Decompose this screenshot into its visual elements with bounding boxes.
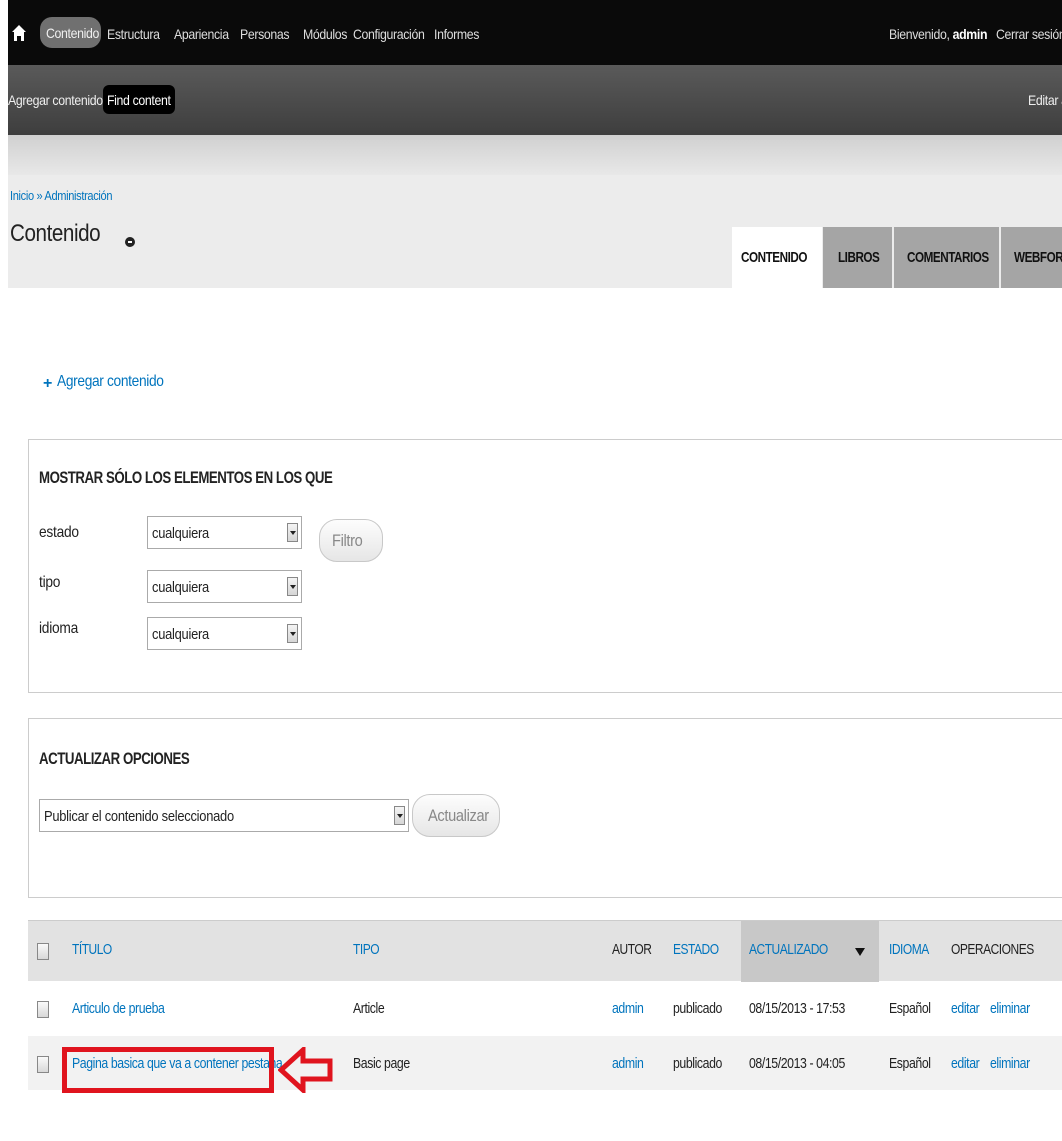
toolbar-item-configuracion[interactable]: Configuración bbox=[353, 26, 425, 42]
row-edit-link[interactable]: editar bbox=[951, 1000, 980, 1017]
row-language: Español bbox=[889, 1055, 931, 1072]
chevron-down-icon bbox=[287, 624, 298, 643]
tab-label: COMENTARIOS bbox=[907, 249, 989, 266]
chevron-down-icon bbox=[287, 577, 298, 596]
filter-label-estado: estado bbox=[39, 524, 79, 541]
filter-select-idioma[interactable]: cualquiera bbox=[147, 617, 302, 650]
column-header-updated[interactable]: ACTUALIZADO bbox=[749, 941, 828, 958]
filter-label-tipo: tipo bbox=[39, 574, 61, 591]
home-icon[interactable] bbox=[12, 24, 26, 42]
page-title: Contenido bbox=[10, 220, 101, 247]
edit-shortcuts-link[interactable]: Editar a bbox=[1028, 92, 1062, 108]
row-checkbox[interactable] bbox=[37, 1056, 49, 1073]
content-table: TÍTULO TIPO AUTOR ESTADO ACTUALIZADO IDI… bbox=[28, 920, 1062, 1141]
filter-select-estado[interactable]: cualquiera bbox=[147, 516, 302, 549]
select-all-checkbox[interactable] bbox=[37, 943, 49, 960]
tab-label: WEBFORM bbox=[1014, 249, 1062, 266]
button-label: Actualizar bbox=[428, 806, 489, 825]
filter-title: MOSTRAR SÓLO LOS ELEMENTOS EN LOS QUE bbox=[39, 468, 333, 487]
row-delete-link[interactable]: eliminar bbox=[990, 1055, 1030, 1072]
logout-link[interactable]: Cerrar sesión bbox=[996, 26, 1062, 42]
annotation-arrow-icon bbox=[278, 1047, 333, 1093]
page-header: Inicio » Administración Contenido CONTEN… bbox=[8, 175, 1062, 288]
toolbar-item-estructura[interactable]: Estructura bbox=[107, 26, 160, 42]
shortcut-label: Find content bbox=[107, 92, 171, 108]
add-content-label: Agregar contenido bbox=[57, 373, 164, 390]
tab-webform[interactable]: WEBFORM bbox=[1001, 227, 1062, 288]
button-label: Filtro bbox=[332, 531, 363, 550]
row-updated: 08/15/2013 - 17:53 bbox=[749, 1000, 845, 1017]
select-value: Publicar el contenido seleccionado bbox=[44, 808, 234, 825]
plus-icon: + bbox=[43, 375, 53, 392]
filter-label-idioma: idioma bbox=[39, 620, 78, 637]
welcome-message: Bienvenido, admin bbox=[889, 26, 988, 42]
select-value: cualquiera bbox=[152, 579, 209, 596]
chevron-down-icon bbox=[394, 806, 405, 825]
tab-libros[interactable]: LIBROS bbox=[823, 227, 892, 288]
row-status: publicado bbox=[673, 1000, 722, 1017]
toolbar-item-apariencia[interactable]: Apariencia bbox=[174, 26, 229, 42]
breadcrumb[interactable]: Inicio » Administración bbox=[10, 188, 112, 203]
toolbar-item-label: Contenido bbox=[46, 25, 100, 41]
table-header: TÍTULO TIPO AUTOR ESTADO ACTUALIZADO IDI… bbox=[28, 920, 1062, 982]
row-delete-link[interactable]: eliminar bbox=[990, 1000, 1030, 1017]
row-type: Article bbox=[353, 1000, 385, 1017]
shortcut-add-content[interactable]: Agregar contenido bbox=[8, 92, 103, 108]
row-author-link[interactable]: admin bbox=[612, 1000, 644, 1017]
row-updated: 08/15/2013 - 04:05 bbox=[749, 1055, 845, 1072]
row-edit-link[interactable]: editar bbox=[951, 1055, 980, 1072]
toolbar-item-personas[interactable]: Personas bbox=[240, 26, 290, 42]
tab-comentarios[interactable]: COMENTARIOS bbox=[894, 227, 999, 288]
toolbar-item-modulos[interactable]: Módulos bbox=[303, 26, 347, 42]
sort-descending-icon[interactable] bbox=[855, 948, 865, 956]
tab-label: LIBROS bbox=[838, 249, 880, 266]
tab-label: CONTENIDO bbox=[741, 249, 807, 266]
select-value: cualquiera bbox=[152, 626, 209, 643]
column-header-author: AUTOR bbox=[612, 941, 652, 958]
row-language: Español bbox=[889, 1000, 931, 1017]
row-type: Basic page bbox=[353, 1055, 410, 1072]
shortcut-find-content[interactable]: Find content bbox=[103, 85, 175, 114]
column-header-type[interactable]: TIPO bbox=[353, 941, 380, 958]
row-status: publicado bbox=[673, 1055, 722, 1072]
update-title: ACTUALIZAR OPCIONES bbox=[39, 749, 190, 768]
toolbar-item-informes[interactable]: Informes bbox=[434, 26, 479, 42]
table-row: Articulo de prueba Article admin publica… bbox=[28, 982, 1062, 1036]
column-header-title[interactable]: TÍTULO bbox=[72, 941, 112, 958]
row-title-link[interactable]: Articulo de prueba bbox=[72, 1000, 165, 1017]
tab-contenido[interactable]: CONTENIDO bbox=[732, 227, 822, 288]
remove-shortcut-icon[interactable] bbox=[125, 237, 135, 247]
select-value: cualquiera bbox=[152, 525, 209, 542]
filter-select-tipo[interactable]: cualquiera bbox=[147, 570, 302, 603]
chevron-down-icon bbox=[287, 523, 298, 542]
column-header-language[interactable]: IDIOMA bbox=[889, 941, 929, 958]
welcome-username[interactable]: admin bbox=[953, 26, 988, 42]
column-header-operations: OPERACIONES bbox=[951, 941, 1034, 958]
filter-fieldset: MOSTRAR SÓLO LOS ELEMENTOS EN LOS QUE es… bbox=[28, 439, 1062, 693]
shortcuts-bar: Agregar contenido Find content Editar a bbox=[8, 65, 1062, 135]
update-fieldset: ACTUALIZAR OPCIONES Publicar el contenid… bbox=[28, 718, 1062, 898]
row-author-link[interactable]: admin bbox=[612, 1055, 644, 1072]
filter-button[interactable]: Filtro bbox=[319, 519, 383, 562]
column-header-status[interactable]: ESTADO bbox=[673, 941, 719, 958]
update-action-select[interactable]: Publicar el contenido seleccionado bbox=[39, 799, 409, 832]
row-checkbox[interactable] bbox=[37, 1001, 49, 1018]
annotation-highlight-box bbox=[62, 1047, 274, 1093]
toolbar-item-contenido[interactable]: Contenido bbox=[40, 17, 101, 48]
admin-toolbar: Contenido Estructura Apariencia Personas… bbox=[0, 0, 1062, 65]
update-button[interactable]: Actualizar bbox=[412, 794, 500, 837]
header-fade bbox=[8, 135, 1062, 175]
